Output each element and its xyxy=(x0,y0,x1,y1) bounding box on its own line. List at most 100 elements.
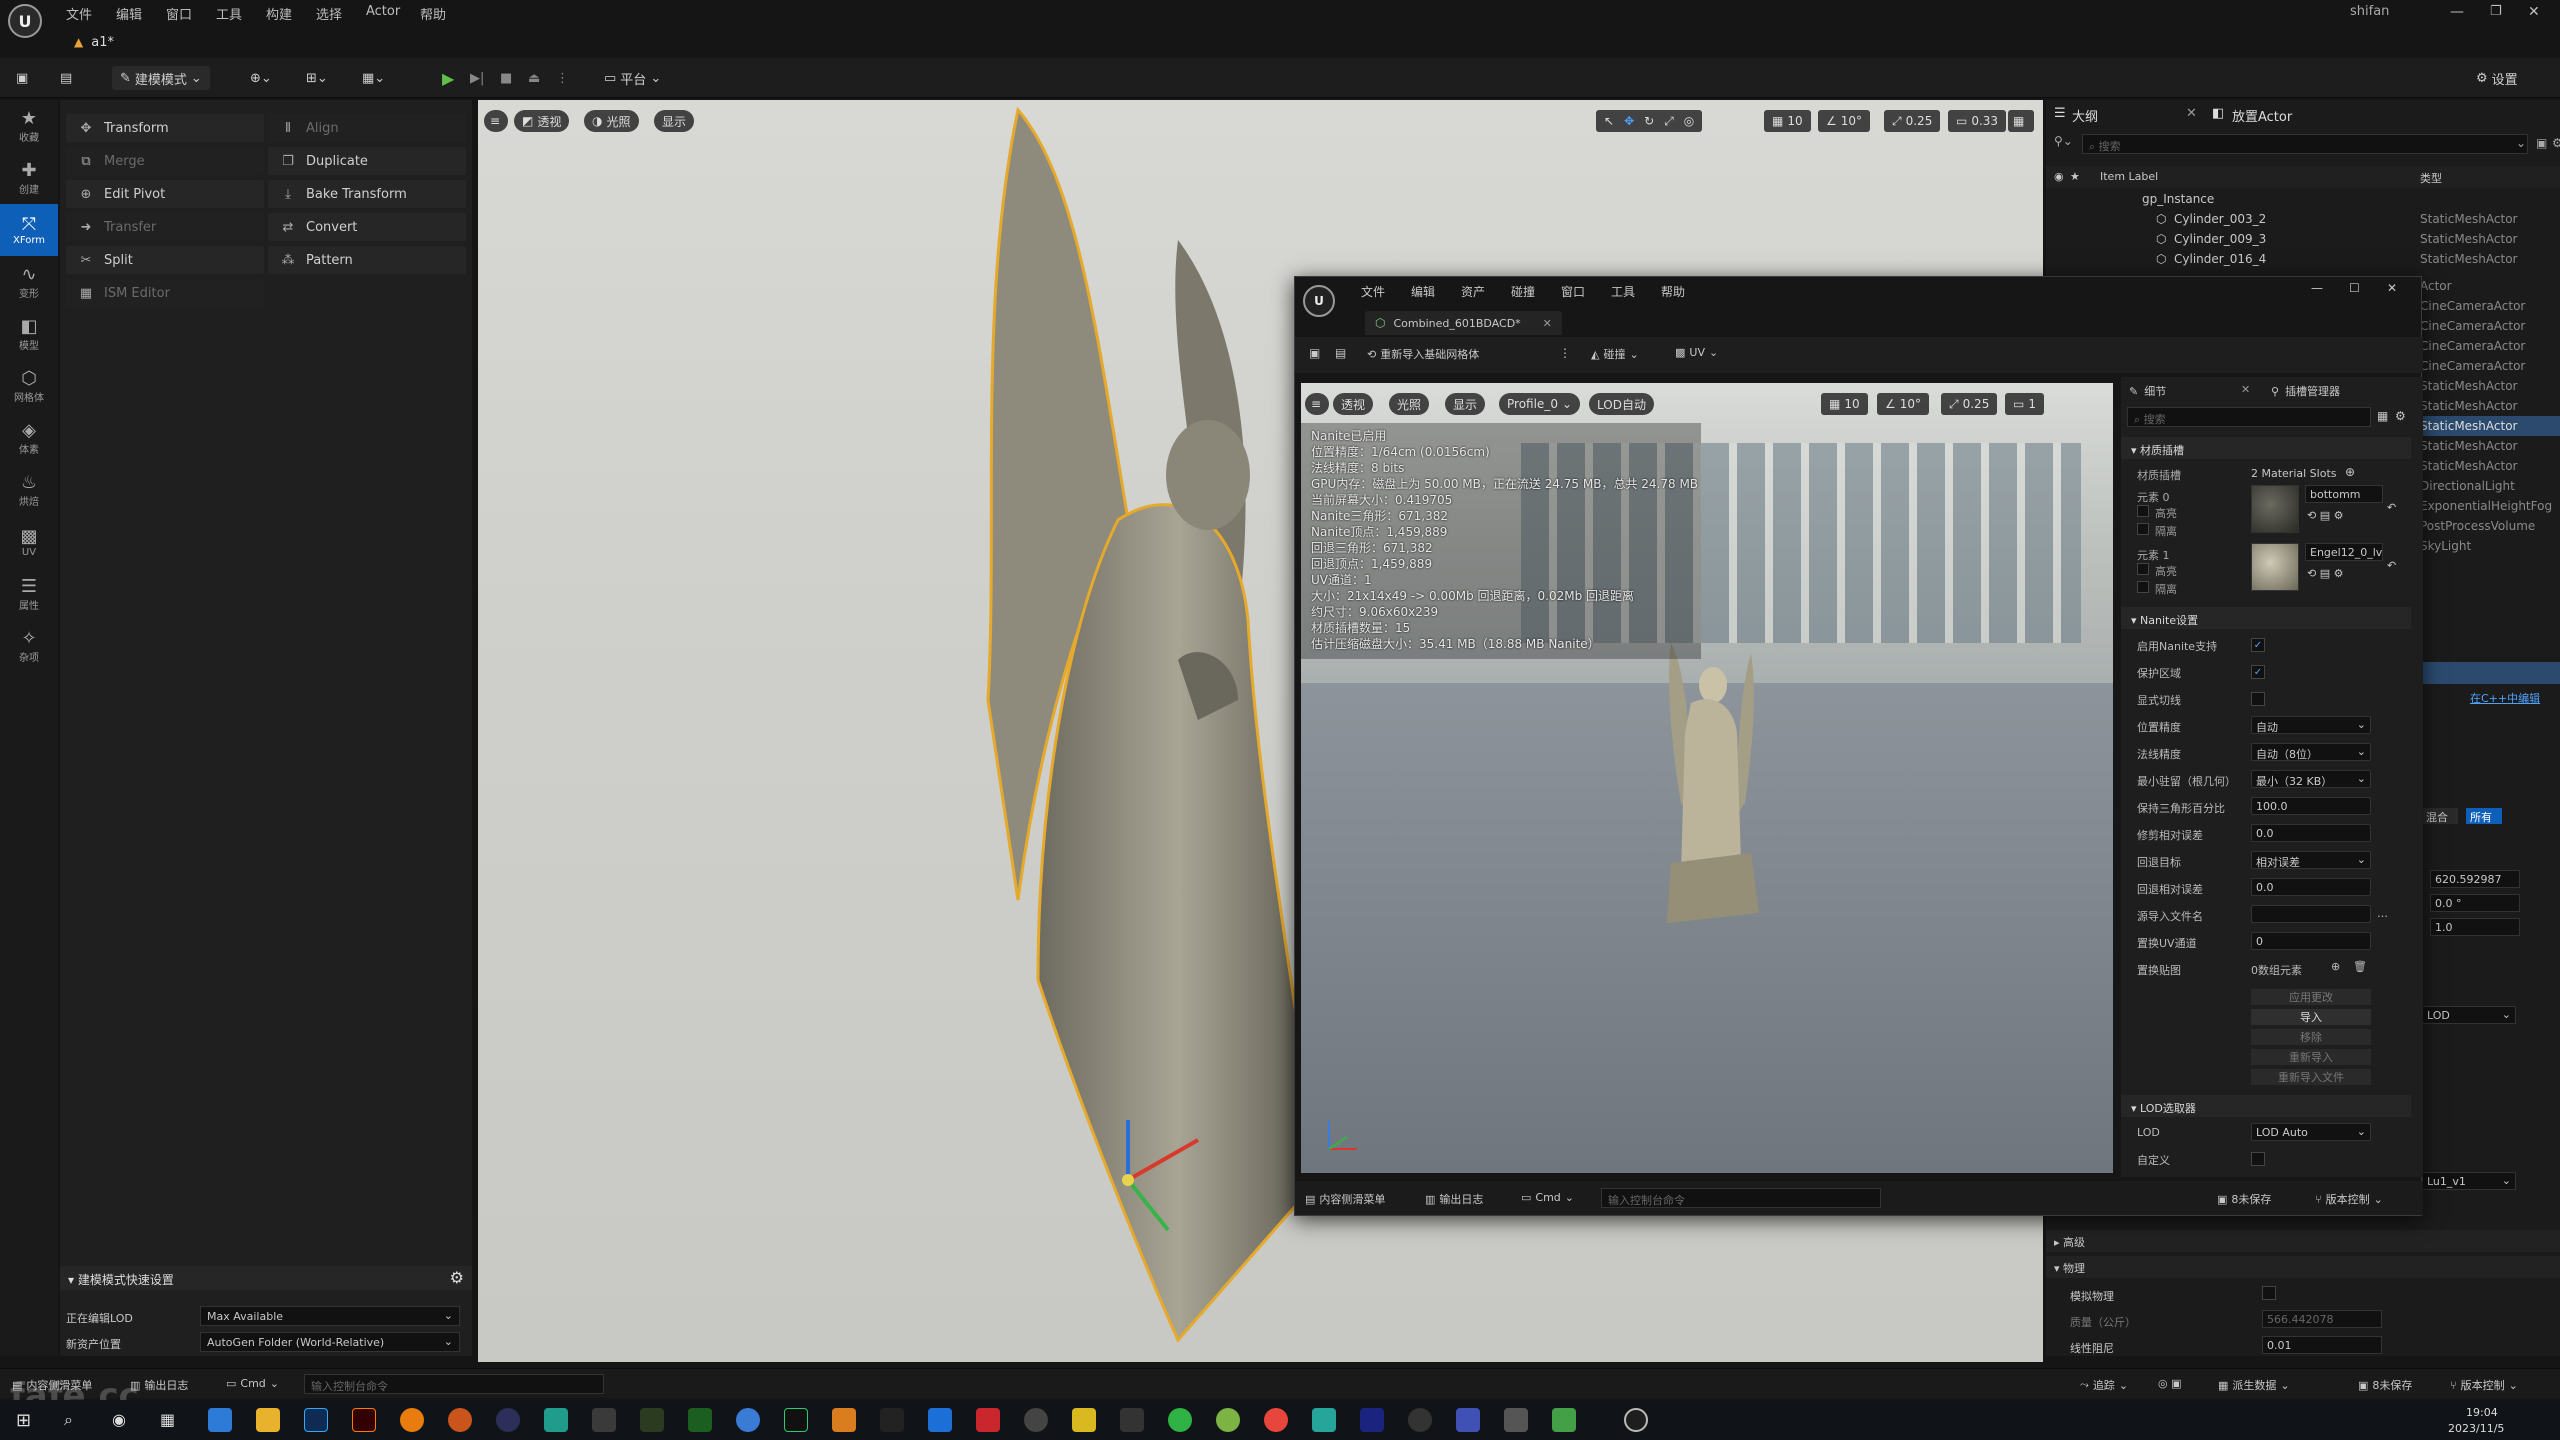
step-icon[interactable]: ▶| xyxy=(470,66,484,90)
record-icon[interactable]: ◎ ▣ xyxy=(2158,1377,2182,1390)
close-icon[interactable]: ✕ xyxy=(1543,317,1552,330)
menu-file[interactable]: 文件 xyxy=(66,4,92,23)
socket-manager-tab[interactable]: ⚲ 插槽管理器 xyxy=(2271,383,2340,399)
outliner-search-input[interactable]: ⌕ 搜索 xyxy=(2082,134,2528,154)
item-label-column[interactable]: Item Label xyxy=(2100,170,2158,183)
min-residency-select[interactable]: 最小（32 KB） ⌄ xyxy=(2251,770,2371,788)
reset-icon[interactable]: ↶ xyxy=(2387,559,2396,572)
list-item[interactable]: ⬡ Cylinder_009_3 StaticMeshActor xyxy=(2046,232,2560,252)
reimport-button[interactable]: 重新导入 xyxy=(2251,1049,2371,1065)
output-log-button[interactable]: ▥ 输出日志 xyxy=(1425,1191,1483,1207)
category-voxel[interactable]: ◈ 体素 xyxy=(0,412,58,464)
pycharm-icon[interactable] xyxy=(784,1408,808,1432)
tool-edit-pivot[interactable]: ⊕ Edit Pivot xyxy=(66,180,264,208)
lod-select[interactable]: Max Available ⌄ xyxy=(200,1306,460,1326)
app-icon[interactable] xyxy=(976,1408,1000,1432)
import-button[interactable]: 导入 xyxy=(2251,1009,2371,1025)
app-icon[interactable] xyxy=(1408,1408,1432,1432)
unreal-engine-taskbar-icon[interactable] xyxy=(1624,1408,1648,1432)
table-view-icon[interactable]: ▦ xyxy=(2377,409,2388,423)
category-bake[interactable]: ♨ 烘焙 xyxy=(0,464,58,516)
derived-data-button[interactable]: ▦ 派生数据 ⌄ xyxy=(2218,1377,2290,1393)
tool-duplicate[interactable]: ❐ Duplicate xyxy=(268,147,466,175)
collision-button[interactable]: ◭ 碰撞 ⌄ xyxy=(1591,346,1639,362)
minimize-icon[interactable]: — xyxy=(2450,4,2464,20)
gear-icon[interactable]: ⚙ xyxy=(2552,136,2560,150)
tool-merge[interactable]: ⧉ Merge xyxy=(66,147,264,175)
menu-edit[interactable]: 编辑 xyxy=(1411,283,1435,300)
list-item[interactable]: ⬡ Cylinder_016_4 StaticMeshActor xyxy=(2046,252,2560,272)
minimize-icon[interactable]: — xyxy=(2311,281,2323,295)
details-search-input[interactable]: ⌕ 搜索 xyxy=(2127,407,2371,427)
app-icon[interactable] xyxy=(544,1408,568,1432)
more-icon[interactable]: … xyxy=(2377,907,2388,920)
uv-button[interactable]: ▩ UV ⌄ xyxy=(1675,346,1718,359)
simulate-physics-checkbox[interactable] xyxy=(2262,1286,2276,1300)
cmd-button[interactable]: ▭ Cmd ⌄ xyxy=(226,1377,279,1390)
maximize-icon[interactable]: ☐ xyxy=(2349,281,2360,295)
menu-window[interactable]: 窗口 xyxy=(166,4,192,23)
task-view-icon[interactable]: ◉ xyxy=(112,1410,126,1429)
category-xform[interactable]: ⤧ XForm xyxy=(0,204,58,256)
source-import-filename-field[interactable] xyxy=(2251,905,2371,923)
location-x-field[interactable]: 620.592987 xyxy=(2430,870,2520,888)
grid-snap[interactable]: ▦ 10 xyxy=(1821,393,1868,415)
section-advanced[interactable]: ▸ 高级 xyxy=(2046,1230,2560,1252)
reimport-button[interactable]: ⟲ 重新导入基础网格体 xyxy=(1367,346,1479,362)
isolate-checkbox[interactable] xyxy=(2137,581,2149,593)
blender-icon[interactable] xyxy=(400,1408,424,1432)
chevron-down-icon[interactable]: ⌄ xyxy=(2516,136,2526,150)
category-misc[interactable]: ✧ 杂项 xyxy=(0,620,58,672)
project-tab[interactable]: a1* xyxy=(91,35,114,50)
search-icon[interactable]: ⌕ xyxy=(64,1410,73,1430)
tool-split[interactable]: ✂ Split xyxy=(66,246,264,274)
content-browser-icon[interactable]: ▤ xyxy=(60,66,72,90)
app-icon[interactable] xyxy=(1360,1408,1384,1432)
preserve-area-checkbox[interactable]: ✓ xyxy=(2251,665,2265,679)
app-icon[interactable] xyxy=(1456,1408,1480,1432)
console-input[interactable]: 输入控制台命令 xyxy=(1601,1188,1881,1208)
add-slot-icon[interactable]: ⊕ xyxy=(2345,465,2355,479)
tab-all[interactable]: 所有 xyxy=(2466,808,2502,824)
stop-icon[interactable]: ■ xyxy=(500,66,512,90)
menu-help[interactable]: 帮助 xyxy=(1661,283,1685,300)
app-icon[interactable] xyxy=(1552,1408,1576,1432)
viewport-menu-icon[interactable]: ≡ xyxy=(1305,393,1329,415)
designer-icon[interactable] xyxy=(640,1408,664,1432)
add-folder-icon[interactable]: ▣ xyxy=(2536,136,2547,150)
more-icon[interactable]: ⋮ xyxy=(556,66,569,90)
category-mesh[interactable]: ⬡ 网格体 xyxy=(0,360,58,412)
app-icon[interactable] xyxy=(592,1408,616,1432)
menu-actor[interactable]: Actor xyxy=(366,4,400,19)
scale-snap[interactable]: ⤢ 0.25 xyxy=(1941,393,1998,415)
linear-damping-field[interactable]: 0.01 xyxy=(2262,1336,2382,1354)
perspective-button[interactable]: 透视 xyxy=(1333,393,1374,415)
keep-triangle-percent-field[interactable]: 100.0 xyxy=(2251,797,2371,815)
unsaved-button[interactable]: ▣ 8未保存 xyxy=(2358,1377,2412,1393)
app-icon[interactable] xyxy=(1072,1408,1096,1432)
unreal-logo-icon[interactable]: U xyxy=(1303,285,1335,317)
app-icon[interactable] xyxy=(688,1408,712,1432)
unreal-logo-icon[interactable]: U xyxy=(8,4,42,38)
asset-tab[interactable]: ⬡ Combined_601BDACD* ✕ xyxy=(1365,311,1562,335)
app-icon[interactable] xyxy=(1120,1408,1144,1432)
cmd-button[interactable]: ▭ Cmd ⌄ xyxy=(1521,1191,1574,1204)
trace-button[interactable]: ⤳ 追踪 ⌄ xyxy=(2080,1377,2128,1393)
gear-icon[interactable]: ⚙ xyxy=(2395,409,2406,423)
reimport-file-button[interactable]: 重新导入文件 xyxy=(2251,1069,2371,1085)
fallback-target-select[interactable]: 相对误差 ⌄ xyxy=(2251,851,2371,869)
menu-select[interactable]: 选择 xyxy=(316,4,342,23)
isolate-checkbox[interactable] xyxy=(2137,523,2149,535)
material-thumbnail-0[interactable] xyxy=(2251,485,2299,533)
menu-file[interactable]: 文件 xyxy=(1361,283,1385,300)
normal-precision-select[interactable]: 自动（8位） ⌄ xyxy=(2251,743,2371,761)
menu-tools[interactable]: 工具 xyxy=(1611,283,1635,300)
quick-settings-header[interactable]: ▾ 建模模式快速设置 ⚙ xyxy=(60,1266,472,1290)
angle-snap[interactable]: ∠ 10° xyxy=(1877,393,1930,415)
use-icon[interactable]: ⟲ ▤ ⚙ xyxy=(2307,509,2343,522)
app-icon[interactable] xyxy=(1216,1408,1240,1432)
app-icon[interactable] xyxy=(736,1408,760,1432)
save-icon[interactable]: ▣ xyxy=(1309,346,1320,360)
app-icon[interactable] xyxy=(1504,1408,1528,1432)
browse-icon[interactable]: ▤ xyxy=(1335,346,1346,360)
